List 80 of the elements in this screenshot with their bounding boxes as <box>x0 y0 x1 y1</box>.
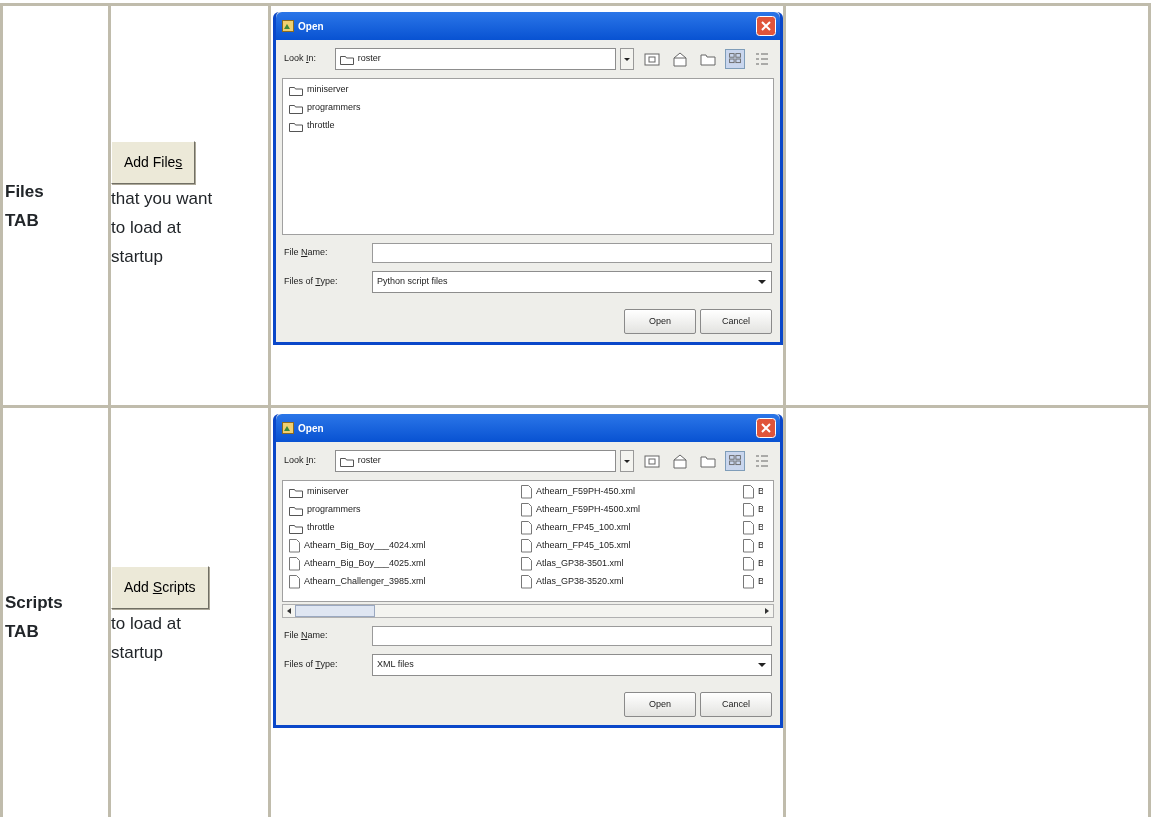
app-icon <box>282 20 294 32</box>
file-type-dropdown[interactable]: Python script files <box>372 271 772 293</box>
file-name[interactable]: Athearn_FP45_105.xml <box>536 539 631 553</box>
file-icon <box>521 557 532 571</box>
file-icon <box>521 485 532 499</box>
folder-icon <box>289 102 303 114</box>
file-icon <box>743 485 754 499</box>
tab-label: Files TAB <box>4 180 45 232</box>
file-name[interactable]: Atlas_GP38-3520.xml <box>536 575 624 589</box>
file-icon <box>289 575 300 589</box>
add-button[interactable]: Add Files <box>111 140 196 184</box>
file-name[interactable]: Atlas_GP38-3501.xml <box>536 557 624 571</box>
folder-name[interactable]: throttle <box>307 521 335 535</box>
look-in-label: Look In: <box>284 52 318 66</box>
folder-icon <box>289 84 303 96</box>
file-icon <box>743 575 754 589</box>
file-name[interactable]: B <box>758 521 763 535</box>
file-name[interactable]: Athearn_F59PH-4500.xml <box>536 503 641 517</box>
file-name-label: File Name: <box>284 629 329 643</box>
file-icon <box>521 539 532 553</box>
description-text: that you want to load at startup <box>111 187 214 268</box>
file-type-value: XML files <box>377 658 415 672</box>
dialog-button[interactable]: Open <box>624 692 696 717</box>
file-icon <box>521 503 532 517</box>
file-name[interactable]: B <box>758 539 763 553</box>
folder-name[interactable]: throttle <box>307 119 335 133</box>
file-icon <box>289 557 300 571</box>
folder-name[interactable]: miniserver <box>307 83 349 97</box>
file-name[interactable]: Athearn_Challenger_3985.xml <box>304 575 426 589</box>
file-icon <box>521 521 532 535</box>
file-name[interactable]: B <box>758 575 763 589</box>
app-icon <box>282 422 294 434</box>
look-in-dropdown[interactable]: roster <box>334 450 616 472</box>
window-title: Open <box>298 421 325 436</box>
file-name[interactable]: B <box>758 503 763 517</box>
file-name[interactable]: Athearn_Big_Boy___4024.xml <box>304 539 426 553</box>
folder-icon <box>339 53 354 65</box>
look-in-label: Look In: <box>284 454 318 468</box>
file-type-label: Files of Type: <box>284 658 339 672</box>
add-button[interactable]: Add Scripts <box>111 566 209 609</box>
tab-label: Scripts TAB <box>4 591 64 643</box>
file-icon <box>289 539 300 553</box>
dropdown-arrow-icon <box>757 660 767 670</box>
folder-name[interactable]: programmers <box>307 503 361 517</box>
scroll-thumb[interactable] <box>295 605 375 617</box>
dropdown-arrow-icon <box>757 277 767 287</box>
folder-icon <box>289 522 303 534</box>
folder-icon <box>339 455 354 467</box>
list-view-icon[interactable] <box>725 451 745 471</box>
file-icon <box>521 575 532 589</box>
dialog-button[interactable]: Open <box>624 309 696 334</box>
file-icon <box>743 557 754 571</box>
file-type-value: Python script files <box>377 275 449 289</box>
folder-name[interactable]: programmers <box>307 101 361 115</box>
horizontal-scrollbar[interactable] <box>282 604 774 618</box>
file-type-label: Files of Type: <box>284 275 339 289</box>
folder-icon <box>289 486 303 498</box>
close-icon[interactable] <box>756 16 776 36</box>
close-icon[interactable] <box>756 418 776 438</box>
file-type-dropdown[interactable]: XML files <box>372 654 772 676</box>
file-icon <box>743 539 754 553</box>
folder-icon <box>289 504 303 516</box>
file-name[interactable]: Athearn_F59PH-450.xml <box>536 485 636 499</box>
file-name-field[interactable] <box>372 626 772 646</box>
file-icon <box>743 521 754 535</box>
window-title: Open <box>298 19 325 34</box>
file-name[interactable]: Athearn_FP45_100.xml <box>536 521 631 535</box>
file-icon <box>743 503 754 517</box>
file-name[interactable]: Athearn_Big_Boy___4025.xml <box>304 557 426 571</box>
folder-icon <box>289 120 303 132</box>
file-name[interactable]: B <box>758 557 763 571</box>
file-name[interactable]: B <box>758 485 763 499</box>
list-view-icon[interactable] <box>725 49 745 69</box>
folder-name[interactable]: miniserver <box>307 485 349 499</box>
file-name-field[interactable] <box>372 243 772 263</box>
file-name-label: File Name: <box>284 246 329 260</box>
dialog-button[interactable]: Cancel <box>700 692 772 717</box>
look-in-dropdown[interactable]: roster <box>334 48 616 70</box>
dialog-button[interactable]: Cancel <box>700 309 772 334</box>
description-text: to load at startup <box>111 613 182 664</box>
